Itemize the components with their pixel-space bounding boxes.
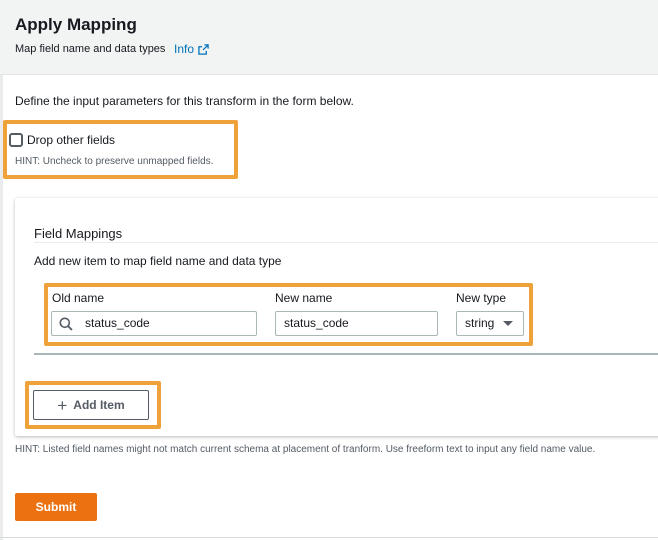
old-name-input[interactable]: status_code [51,311,257,336]
field-mappings-title: Field Mappings [34,226,123,241]
search-icon [59,317,73,331]
submit-button[interactable]: Submit [15,493,97,521]
divider [34,242,658,243]
new-name-label: New name [275,291,333,305]
drop-fields-checkbox[interactable] [9,133,23,147]
bottom-divider [0,537,658,538]
old-name-label: Old name [52,291,105,305]
page-subtitle: Map field name and data types [15,43,166,55]
intro-text: Define the input parameters for this tra… [15,94,354,108]
field-mappings-description: Add new item to map field name and data … [34,254,282,268]
drop-fields-hint: HINT: Uncheck to preserve unmapped field… [15,156,214,167]
caret-down-icon [503,321,513,326]
new-name-input[interactable]: status_code [275,311,438,336]
left-edge [0,0,3,540]
drop-fields-highlight [3,120,238,179]
add-item-button[interactable]: + Add Item [33,390,149,420]
drop-fields-label[interactable]: Drop other fields [27,133,115,147]
row-divider [34,353,658,355]
page-title: Apply Mapping [15,15,137,34]
info-link[interactable]: Info [174,42,209,56]
field-names-hint: HINT: Listed field names might not match… [15,444,596,455]
page-header: Apply Mapping Map field name and data ty… [0,0,658,75]
new-type-select[interactable]: string [456,311,524,336]
add-item-label: Add Item [73,398,125,412]
external-link-icon [198,43,209,55]
new-type-label: New type [456,291,507,305]
plus-icon: + [57,395,68,415]
info-link-label: Info [174,42,195,56]
